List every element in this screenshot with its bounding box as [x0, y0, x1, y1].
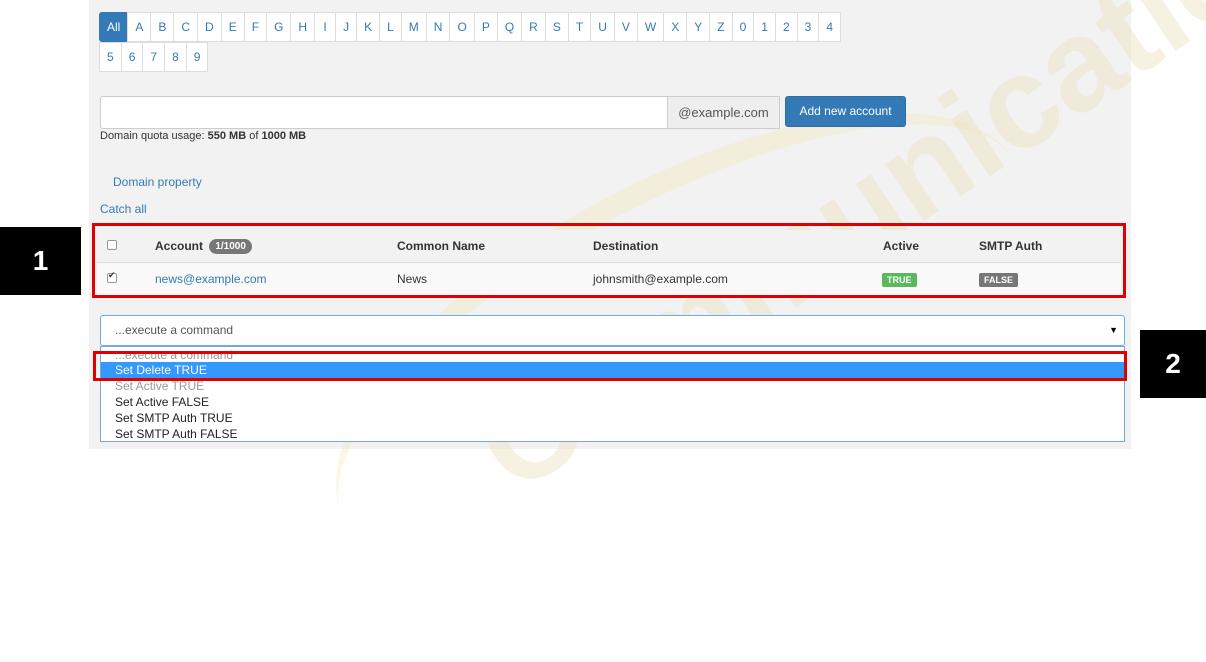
account-count-badge: 1/1000: [209, 239, 252, 255]
accounts-table: Account 1/1000 Common Name Destination A…: [97, 230, 1121, 295]
domain-quota-usage: Domain quota usage: 550 MB of 1000 MB: [100, 130, 306, 142]
catch-all-link[interactable]: Catch all: [100, 202, 147, 216]
command-option[interactable]: Set SMTP Auth FALSE: [101, 426, 1124, 442]
domain-property-link[interactable]: Domain property: [113, 175, 202, 189]
page-letter-1[interactable]: 1: [753, 12, 776, 42]
common-name-cell: News: [397, 272, 428, 286]
destination-cell: johnsmith@example.com: [593, 272, 728, 286]
page-letter-0[interactable]: 0: [731, 12, 755, 42]
header-account-label: Account: [155, 239, 203, 253]
page-letter-y[interactable]: Y: [686, 12, 711, 42]
smtp-auth-status-badge: FALSE: [979, 272, 1019, 287]
page-letter-3[interactable]: 3: [796, 12, 820, 42]
page-letter-c[interactable]: C: [173, 12, 199, 42]
command-option[interactable]: Set SMTP Auth TRUE: [101, 410, 1124, 426]
page-letter-6[interactable]: 6: [120, 42, 144, 72]
step-marker-1: 1: [0, 227, 81, 295]
table-header-row: Account 1/1000 Common Name Destination A…: [97, 230, 1121, 262]
page-letter-s[interactable]: S: [544, 12, 569, 42]
page-letter-k[interactable]: K: [356, 12, 381, 42]
header-common-name: Common Name: [397, 239, 486, 253]
page-letter-h[interactable]: H: [290, 12, 316, 42]
active-status-badge: TRUE: [882, 272, 917, 287]
page-letter-b[interactable]: B: [150, 12, 175, 42]
header-smtp-auth: SMTP Auth: [979, 239, 1043, 253]
command-option[interactable]: Set Active FALSE: [101, 394, 1124, 410]
header-account: Account 1/1000: [155, 230, 252, 262]
active-cell: TRUE: [882, 263, 917, 295]
account-link[interactable]: news@example.com: [155, 263, 267, 295]
page-letter-8[interactable]: 8: [164, 42, 187, 72]
page-letter-f[interactable]: F: [243, 12, 268, 42]
page-letter-o[interactable]: O: [449, 12, 475, 42]
page-letter-4[interactable]: 4: [818, 12, 842, 42]
header-active: Active: [883, 239, 920, 253]
page-letter-m[interactable]: M: [400, 12, 427, 42]
page-letter-j[interactable]: J: [335, 12, 358, 42]
step-marker-2: 2: [1140, 330, 1206, 398]
page-letter-5[interactable]: 5: [99, 42, 122, 72]
table-row: news@example.com News johnsmith@example.…: [97, 262, 1121, 295]
row-checkbox[interactable]: [107, 270, 117, 283]
command-dropdown-list: ...execute a command Set Delete TRUE Set…: [100, 346, 1125, 442]
command-option[interactable]: Set Active TRUE: [101, 378, 1124, 394]
page-letter-l[interactable]: L: [379, 12, 402, 42]
page-letter-x[interactable]: X: [663, 12, 688, 42]
page-letter-p[interactable]: P: [473, 12, 498, 42]
page-letter-w[interactable]: W: [636, 12, 665, 42]
quota-prefix: Domain quota usage:: [100, 130, 205, 142]
page-letter-a[interactable]: A: [127, 12, 152, 42]
header-destination: Destination: [593, 239, 659, 253]
dropdown-arrow-icon: ▼: [1109, 325, 1118, 335]
page-letter-v[interactable]: V: [613, 12, 638, 42]
letter-pagination-row-2: 56789: [99, 42, 209, 72]
page-letter-i[interactable]: I: [314, 12, 337, 42]
command-select[interactable]: ...execute a command ▼: [100, 315, 1125, 346]
new-account-input[interactable]: [100, 96, 668, 129]
domain-suffix: @example.com: [667, 96, 780, 129]
page-letter-d[interactable]: D: [197, 12, 222, 42]
page-letter-g[interactable]: G: [266, 12, 292, 42]
page-letter-t[interactable]: T: [567, 12, 592, 42]
quota-used: 550 MB: [207, 130, 247, 142]
page-letter-n[interactable]: N: [425, 12, 451, 42]
letter-pagination-row-1: All A B C D E F G H I J K L M N O P Q R S T U V W X Y Z 0 1 2 3 4: [99, 12, 842, 42]
page-letter-u[interactable]: U: [590, 12, 615, 42]
page-letter-7[interactable]: 7: [142, 42, 166, 72]
page-letter-9[interactable]: 9: [185, 42, 209, 72]
add-new-account-button[interactable]: Add new account: [785, 96, 906, 127]
quota-total: 1000 MB: [261, 130, 307, 142]
page-letter-e[interactable]: E: [220, 12, 245, 42]
smtp-auth-cell: FALSE: [979, 263, 1019, 295]
page-letter-2[interactable]: 2: [774, 12, 798, 42]
page-letter-all[interactable]: All: [99, 12, 129, 42]
quota-of: of: [249, 130, 259, 142]
select-all-checkbox[interactable]: [107, 240, 117, 250]
page-letter-z[interactable]: Z: [709, 12, 733, 42]
page-letter-q[interactable]: Q: [496, 12, 523, 42]
command-option-selected[interactable]: Set Delete TRUE: [101, 362, 1124, 378]
page-letter-r[interactable]: R: [521, 12, 546, 42]
command-option[interactable]: ...execute a command: [101, 347, 1124, 363]
command-select-value: ...execute a command: [115, 323, 234, 337]
